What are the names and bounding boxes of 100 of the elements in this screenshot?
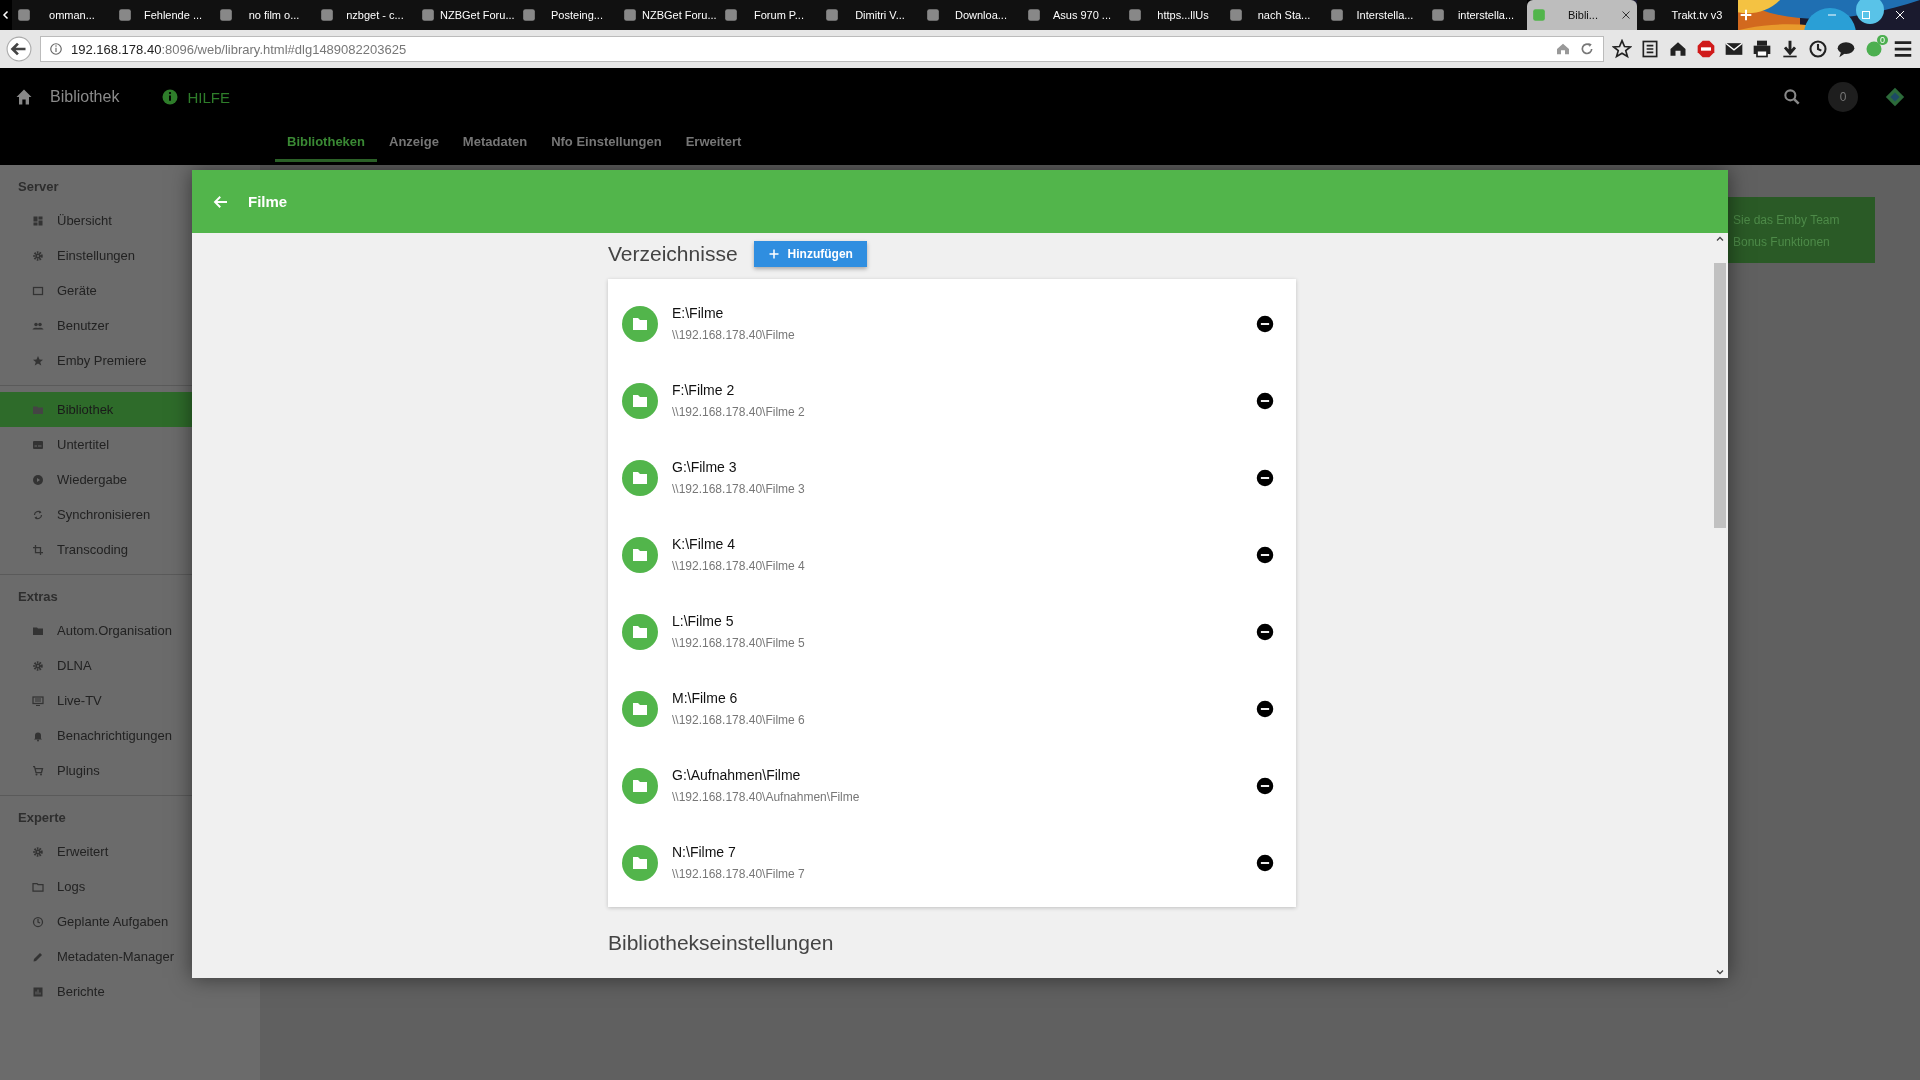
chat-icon[interactable] xyxy=(1836,39,1856,59)
reload-icon[interactable] xyxy=(1579,41,1595,57)
scrollbar[interactable] xyxy=(1712,233,1728,978)
browser-tab[interactable]: https...llUs xyxy=(1123,0,1224,30)
browser-tab[interactable]: no film o... xyxy=(214,0,315,30)
sidebar-item[interactable]: Plugins xyxy=(0,753,260,788)
favicon-icon xyxy=(320,8,334,22)
minus-circle-icon xyxy=(1256,776,1274,795)
page-title: Bibliothek xyxy=(50,88,120,106)
browser-tab[interactable]: NZBGet Foru... xyxy=(416,0,517,30)
browser-tab[interactable]: NZBGet Foru... xyxy=(618,0,719,30)
browser-tab[interactable]: Trakt.tv v3 xyxy=(1637,0,1738,30)
star-icon xyxy=(32,354,44,367)
sidebar-item[interactable]: Wiedergabe xyxy=(0,462,260,497)
history-icon[interactable] xyxy=(1808,39,1828,59)
close-icon[interactable] xyxy=(1894,9,1906,21)
address-bar[interactable]: 192.168.178.40:8096/web/library.html#dlg1489082203625 xyxy=(40,36,1604,62)
sidebar-item[interactable]: Logs xyxy=(0,869,260,904)
subtitles-icon xyxy=(32,438,44,451)
remove-button[interactable] xyxy=(1256,314,1274,333)
remove-button[interactable] xyxy=(1256,468,1274,487)
sidebar-item[interactable]: Metadaten-Manager xyxy=(0,939,260,974)
reading-list-icon[interactable] xyxy=(1640,39,1660,59)
sidebar-item[interactable]: Geräte xyxy=(0,273,260,308)
folder-path: \\192.168.178.40\Filme 6 xyxy=(672,713,806,727)
diamond-icon[interactable] xyxy=(1884,86,1906,108)
sidebar-item[interactable]: Autom.Organisation xyxy=(0,613,260,648)
search-icon[interactable] xyxy=(1782,87,1802,107)
browser-tab[interactable]: Bibli... xyxy=(1527,0,1637,30)
section-heading: Experte xyxy=(18,810,66,825)
sync-icon xyxy=(32,508,44,521)
favicon-icon xyxy=(724,8,738,22)
browser-tab[interactable]: Asus 970 ... xyxy=(1022,0,1123,30)
sidebar-item[interactable]: Geplante Aufgaben xyxy=(0,904,260,939)
folder-path: \\192.168.178.40\Filme xyxy=(672,328,796,342)
remove-button[interactable] xyxy=(1256,391,1274,410)
favicon-icon xyxy=(825,8,839,22)
settings-tab[interactable]: Anzeige xyxy=(377,126,451,162)
chart-icon xyxy=(32,985,44,998)
browser-tab[interactable]: Interstella... xyxy=(1325,0,1426,30)
sidebar-item[interactable]: Benutzer xyxy=(0,308,260,343)
print-icon[interactable] xyxy=(1752,39,1772,59)
menu-icon[interactable] xyxy=(1892,38,1914,60)
tv-icon xyxy=(32,694,44,707)
folder-name: G:\Filme 3 xyxy=(672,459,738,475)
browser-tab[interactable]: Downloa... xyxy=(921,0,1022,30)
minus-circle-icon xyxy=(1256,622,1274,641)
favicon-icon xyxy=(1229,8,1243,22)
close-icon[interactable] xyxy=(1620,9,1632,21)
folder-icon xyxy=(32,880,44,893)
settings-tab[interactable]: Nfo Einstellungen xyxy=(539,126,674,162)
browser-tab[interactable]: Fehlende ... xyxy=(113,0,214,30)
favicon-icon xyxy=(1642,8,1656,22)
folder-icon xyxy=(622,767,658,804)
notification-count[interactable]: 0 xyxy=(1828,82,1858,112)
dialog-title: Filme xyxy=(248,193,288,210)
browser-tab[interactable]: omman... xyxy=(12,0,113,30)
download-icon[interactable] xyxy=(1780,39,1800,59)
browser-tab[interactable]: Dimitri V... xyxy=(820,0,921,30)
back-icon[interactable] xyxy=(6,36,32,62)
browser-tab[interactable]: Posteing... xyxy=(517,0,618,30)
settings-tab[interactable]: Metadaten xyxy=(450,126,540,162)
url-text: 192.168.178.40:8096/web/library.html#dlg1489082203625 xyxy=(71,41,407,57)
bookmark-star-icon[interactable] xyxy=(1612,39,1632,59)
settings-tab[interactable]: Erweitert xyxy=(673,126,754,162)
folder-icon xyxy=(622,382,658,419)
help-link[interactable]: HILFE xyxy=(155,87,236,107)
addon-badge: 0 xyxy=(1877,35,1888,45)
favicon-icon xyxy=(1128,8,1142,22)
favicon-icon xyxy=(926,8,940,22)
sidebar-item[interactable]: Emby Premiere xyxy=(0,343,260,378)
folder-icon xyxy=(622,305,658,342)
minus-circle-icon xyxy=(1256,853,1274,872)
minus-circle-icon xyxy=(1256,391,1274,410)
browser-tab[interactable]: Forum P... xyxy=(719,0,820,30)
sidebar-item[interactable]: Transcoding xyxy=(0,532,260,567)
favicon-icon xyxy=(1431,8,1445,22)
info-icon xyxy=(49,42,63,56)
adblock-icon[interactable] xyxy=(1696,39,1716,59)
favicon-icon xyxy=(1532,8,1546,22)
device-icon xyxy=(32,284,44,297)
sidebar-item[interactable]: Live-TV xyxy=(0,683,260,718)
sidebar-item[interactable]: Benachrichtigungen xyxy=(0,718,260,753)
remove-button[interactable] xyxy=(1256,853,1274,872)
remove-button[interactable] xyxy=(1256,776,1274,795)
folder-path: \\192.168.178.40\Filme 2 xyxy=(672,405,806,419)
settings-tab[interactable]: Bibliotheken xyxy=(275,126,377,162)
favicon-icon xyxy=(1330,8,1344,22)
browser-tab[interactable]: interstella... xyxy=(1426,0,1527,30)
remove-button[interactable] xyxy=(1256,545,1274,564)
folder-name: N:\Filme 7 xyxy=(672,844,737,860)
remove-button[interactable] xyxy=(1256,622,1274,641)
add-button[interactable]: Hinzufügen xyxy=(753,241,867,267)
sidebar-item[interactable]: Untertitel xyxy=(0,427,260,462)
browser-tab[interactable]: nzbget - c... xyxy=(315,0,416,30)
remove-button[interactable] xyxy=(1256,699,1274,718)
folder-name: K:\Filme 4 xyxy=(672,536,736,552)
folder-path: \\192.168.178.40\Aufnahmen\Filme xyxy=(672,790,861,804)
browser-tab[interactable]: nach Sta... xyxy=(1224,0,1325,30)
home-icon[interactable] xyxy=(14,87,34,107)
